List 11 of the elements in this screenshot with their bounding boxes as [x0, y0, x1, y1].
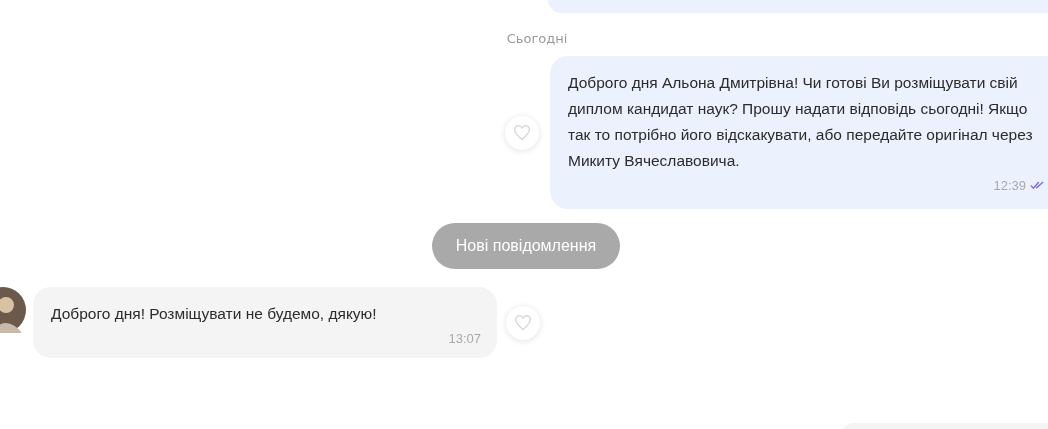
- double-check-icon: [1030, 181, 1044, 190]
- message-time: 13:07: [448, 331, 481, 346]
- heart-reaction-button[interactable]: [505, 115, 539, 150]
- message-text: Доброго дня Альона Дмитрівна! Чи готові Ви розміщувати свій диплом кандидат наук? Прошу надати відповідь сьогодні! Якщо так то потрібно його відскакувати, або передайте оригінал через Микиту Вячеславовича.: [568, 73, 1034, 171]
- heart-icon: [513, 124, 531, 141]
- new-messages-label: Нові повідомлення: [431, 223, 621, 269]
- message-text: Доброго дня! Розміщувати не будемо, дякую!: [51, 304, 378, 324]
- date-separator: Сьогодні: [506, 31, 568, 46]
- heart-icon: [514, 315, 532, 331]
- heart-reaction-button[interactable]: [506, 306, 540, 340]
- message-time: 12:39: [993, 178, 1026, 193]
